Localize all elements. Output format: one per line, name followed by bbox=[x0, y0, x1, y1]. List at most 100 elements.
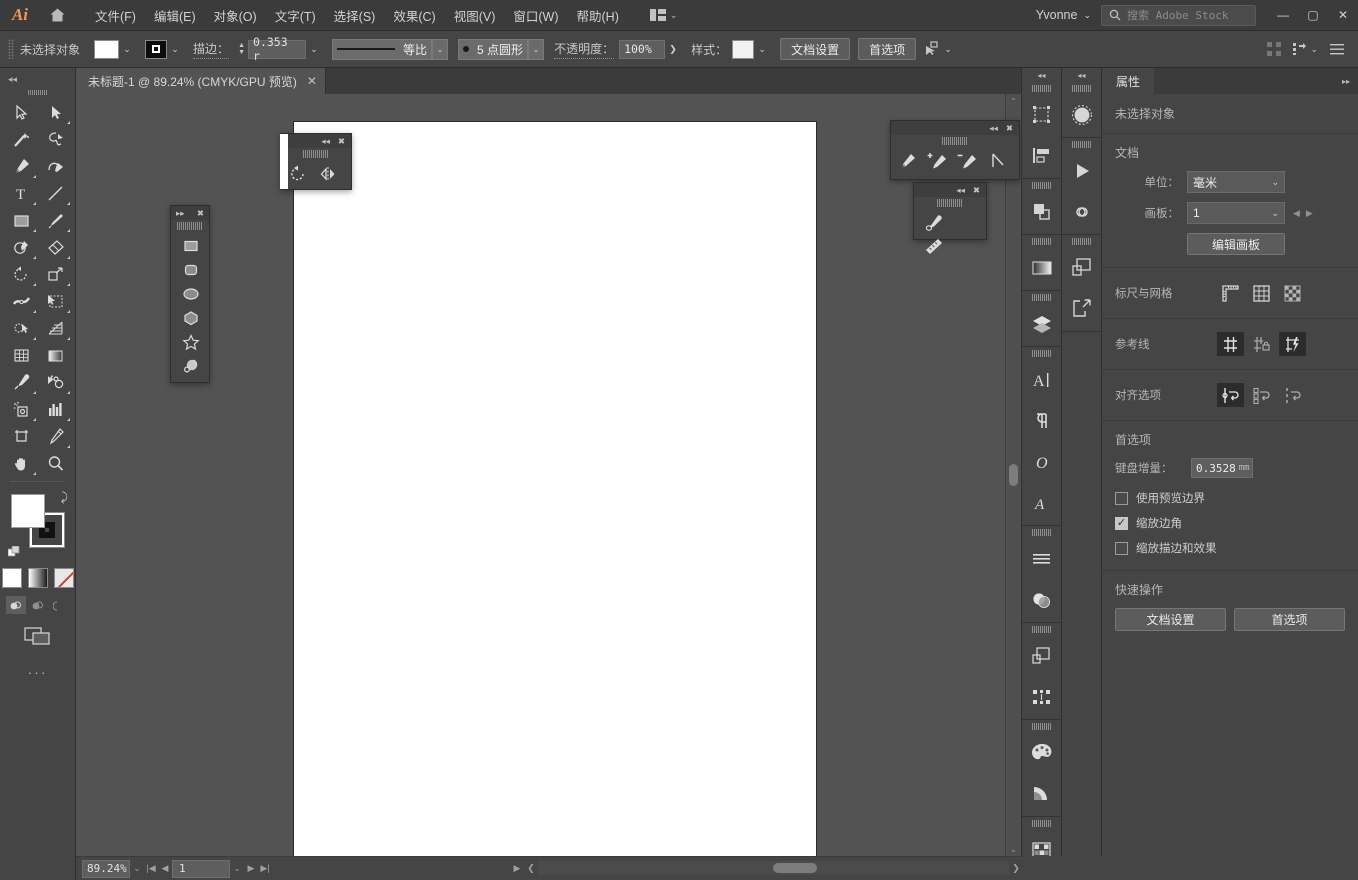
horizontal-scroll-track[interactable] bbox=[538, 861, 1009, 875]
collapse-icon[interactable]: ◂◂ bbox=[1022, 68, 1061, 82]
opacity-control[interactable]: 100% ❯ bbox=[619, 39, 681, 59]
reflect-tool[interactable] bbox=[313, 162, 343, 186]
eyedropper-tool[interactable] bbox=[4, 369, 38, 396]
smart-guides-icon[interactable] bbox=[1279, 332, 1306, 356]
show-guides-icon[interactable] bbox=[1217, 332, 1244, 356]
shaper-tool[interactable] bbox=[4, 234, 38, 261]
vertical-scrollbar[interactable]: ⌃ ⌄ bbox=[1005, 94, 1020, 856]
tab-properties[interactable]: 属性 bbox=[1102, 68, 1155, 94]
collapse-icon[interactable]: ◂◂ bbox=[956, 186, 965, 195]
free-transform-tool[interactable] bbox=[38, 288, 72, 315]
horizontal-scrollbar[interactable]: ▶ ❮ ❯ bbox=[510, 856, 1023, 880]
direct-selection-tool[interactable] bbox=[38, 99, 72, 126]
stroke-panel-icon[interactable] bbox=[1022, 538, 1061, 579]
collapse-icon[interactable]: ◂◂ bbox=[989, 124, 998, 133]
slice-tool[interactable] bbox=[38, 423, 72, 450]
chevron-down-icon[interactable]: ⌄ bbox=[167, 40, 183, 59]
chevron-down-icon[interactable]: ⌄ bbox=[940, 40, 956, 59]
fill-color-swatch[interactable] bbox=[11, 494, 45, 528]
glyphs-panel-icon[interactable]: A bbox=[1022, 482, 1061, 523]
snap-to-pixel-icon[interactable] bbox=[1279, 383, 1306, 407]
measure-tool[interactable] bbox=[916, 235, 952, 259]
checkbox-box[interactable] bbox=[1115, 541, 1128, 555]
brush-definition-control[interactable]: 5 点圆形 ⌄ bbox=[458, 38, 545, 60]
document-tab[interactable]: 未标题-1 @ 89.24% (CMYK/GPU 预览) ✕ bbox=[76, 68, 326, 94]
dock-grip[interactable] bbox=[1031, 238, 1052, 245]
scale-strokes-effects-checkbox[interactable]: 缩放描边和效果 bbox=[1115, 540, 1345, 556]
panel-grip[interactable] bbox=[937, 199, 963, 207]
lock-guides-icon[interactable] bbox=[1248, 332, 1275, 356]
close-icon[interactable]: ✖ bbox=[973, 186, 980, 195]
document-setup-quick-button[interactable]: 文档设置 bbox=[1115, 608, 1226, 631]
opacity-input[interactable]: 100% bbox=[619, 39, 666, 59]
scroll-left-icon[interactable]: ❮ bbox=[524, 863, 538, 874]
dock-grip[interactable] bbox=[1031, 723, 1052, 730]
anchor-point-tool[interactable] bbox=[983, 149, 1013, 173]
preferences-button[interactable]: 首选项 bbox=[858, 38, 917, 60]
show-grid-icon[interactable] bbox=[1248, 281, 1275, 305]
pen-tool[interactable] bbox=[4, 153, 38, 180]
delete-anchor-point-tool[interactable] bbox=[953, 149, 983, 173]
style-swatch[interactable] bbox=[732, 39, 755, 59]
expand-icon[interactable]: ▸▸ bbox=[176, 209, 185, 218]
menu-object[interactable]: 对象(O) bbox=[205, 1, 266, 30]
mesh-tool[interactable] bbox=[4, 342, 38, 369]
draw-behind-button[interactable] bbox=[28, 596, 48, 614]
checkbox-box[interactable] bbox=[1115, 516, 1128, 530]
stroke-weight-control[interactable]: ▲ ▼ 0.353 r ⌄ bbox=[235, 35, 322, 63]
units-select[interactable]: 毫米 ⌄ bbox=[1187, 171, 1285, 193]
arrange-control[interactable]: ⌄ bbox=[1293, 42, 1318, 56]
asset-export-panel-icon[interactable] bbox=[1062, 288, 1101, 329]
character-panel-icon[interactable]: A bbox=[1022, 359, 1061, 400]
close-icon[interactable]: ✕ bbox=[307, 74, 317, 88]
menu-view[interactable]: 视图(V) bbox=[445, 1, 505, 30]
next-artboard-icon[interactable]: ▶ bbox=[1306, 208, 1313, 219]
use-preview-bounds-checkbox[interactable]: 使用预览边界 bbox=[1115, 490, 1345, 506]
home-icon[interactable] bbox=[40, 0, 74, 31]
tools-panel-header[interactable]: ◂◂ bbox=[0, 68, 75, 90]
shape-tools-panel[interactable]: ▸▸ ✖ bbox=[170, 205, 210, 383]
keyboard-increment-input[interactable]: 0.3528 mm bbox=[1191, 458, 1253, 478]
rectangle-tool[interactable] bbox=[173, 234, 209, 258]
line-segment-tool[interactable] bbox=[38, 180, 72, 207]
status-menu-icon[interactable]: ▶ bbox=[510, 863, 524, 874]
dock-grip[interactable] bbox=[1031, 820, 1052, 827]
hand-tool[interactable] bbox=[4, 450, 38, 477]
swap-fill-stroke-icon[interactable]: ⤸ bbox=[61, 490, 68, 505]
rotate-tool[interactable] bbox=[4, 261, 38, 288]
collapse-icon[interactable]: ◂◂ bbox=[321, 137, 330, 146]
dock-grip[interactable] bbox=[1031, 85, 1052, 92]
snap-to-grid-icon[interactable] bbox=[1248, 383, 1275, 407]
more-tools-button[interactable]: ··· bbox=[0, 664, 75, 680]
artboard-number-input[interactable]: 1 bbox=[172, 859, 230, 878]
canvas-area[interactable] bbox=[76, 94, 1023, 856]
lasso-tool[interactable] bbox=[38, 126, 72, 153]
selection-tool[interactable] bbox=[4, 99, 38, 126]
chevron-right-icon[interactable]: ❯ bbox=[665, 40, 681, 59]
symbol-sprayer-tool[interactable] bbox=[4, 396, 38, 423]
snap-to-point-icon[interactable] bbox=[1217, 383, 1244, 407]
scroll-down-icon[interactable]: ⌄ bbox=[1006, 842, 1021, 856]
panel-grip[interactable] bbox=[177, 222, 203, 230]
chevron-down-icon[interactable]: ⌄ bbox=[432, 38, 449, 60]
layers-panel-icon[interactable] bbox=[1022, 303, 1061, 344]
stroke-color-control[interactable]: ⌄ bbox=[145, 39, 183, 59]
menu-select[interactable]: 选择(S) bbox=[325, 1, 385, 30]
scroll-up-icon[interactable]: ⌃ bbox=[1006, 94, 1021, 108]
workspace-switcher[interactable]: ⌄ bbox=[644, 6, 684, 24]
polygon-tool[interactable] bbox=[173, 306, 209, 330]
type-tool[interactable]: T bbox=[4, 180, 38, 207]
close-icon[interactable]: ✖ bbox=[1006, 124, 1013, 133]
shape-builder-tool[interactable] bbox=[4, 315, 38, 342]
dock-grip[interactable] bbox=[1071, 238, 1092, 245]
chevron-down-icon[interactable]: ⌄ bbox=[754, 40, 770, 59]
perspective-grid-tool[interactable] bbox=[38, 315, 72, 342]
flare-tool[interactable] bbox=[173, 354, 209, 378]
dock-grip[interactable] bbox=[1031, 529, 1052, 536]
rectangle-tool[interactable] bbox=[4, 207, 38, 234]
stock-search-input[interactable]: 搜索 Adobe Stock bbox=[1101, 4, 1256, 26]
panel-grip[interactable] bbox=[942, 137, 968, 145]
show-transparency-grid-icon[interactable] bbox=[1279, 281, 1306, 305]
last-artboard-icon[interactable]: ▶| bbox=[258, 863, 272, 874]
menu-type[interactable]: 文字(T) bbox=[266, 1, 325, 30]
